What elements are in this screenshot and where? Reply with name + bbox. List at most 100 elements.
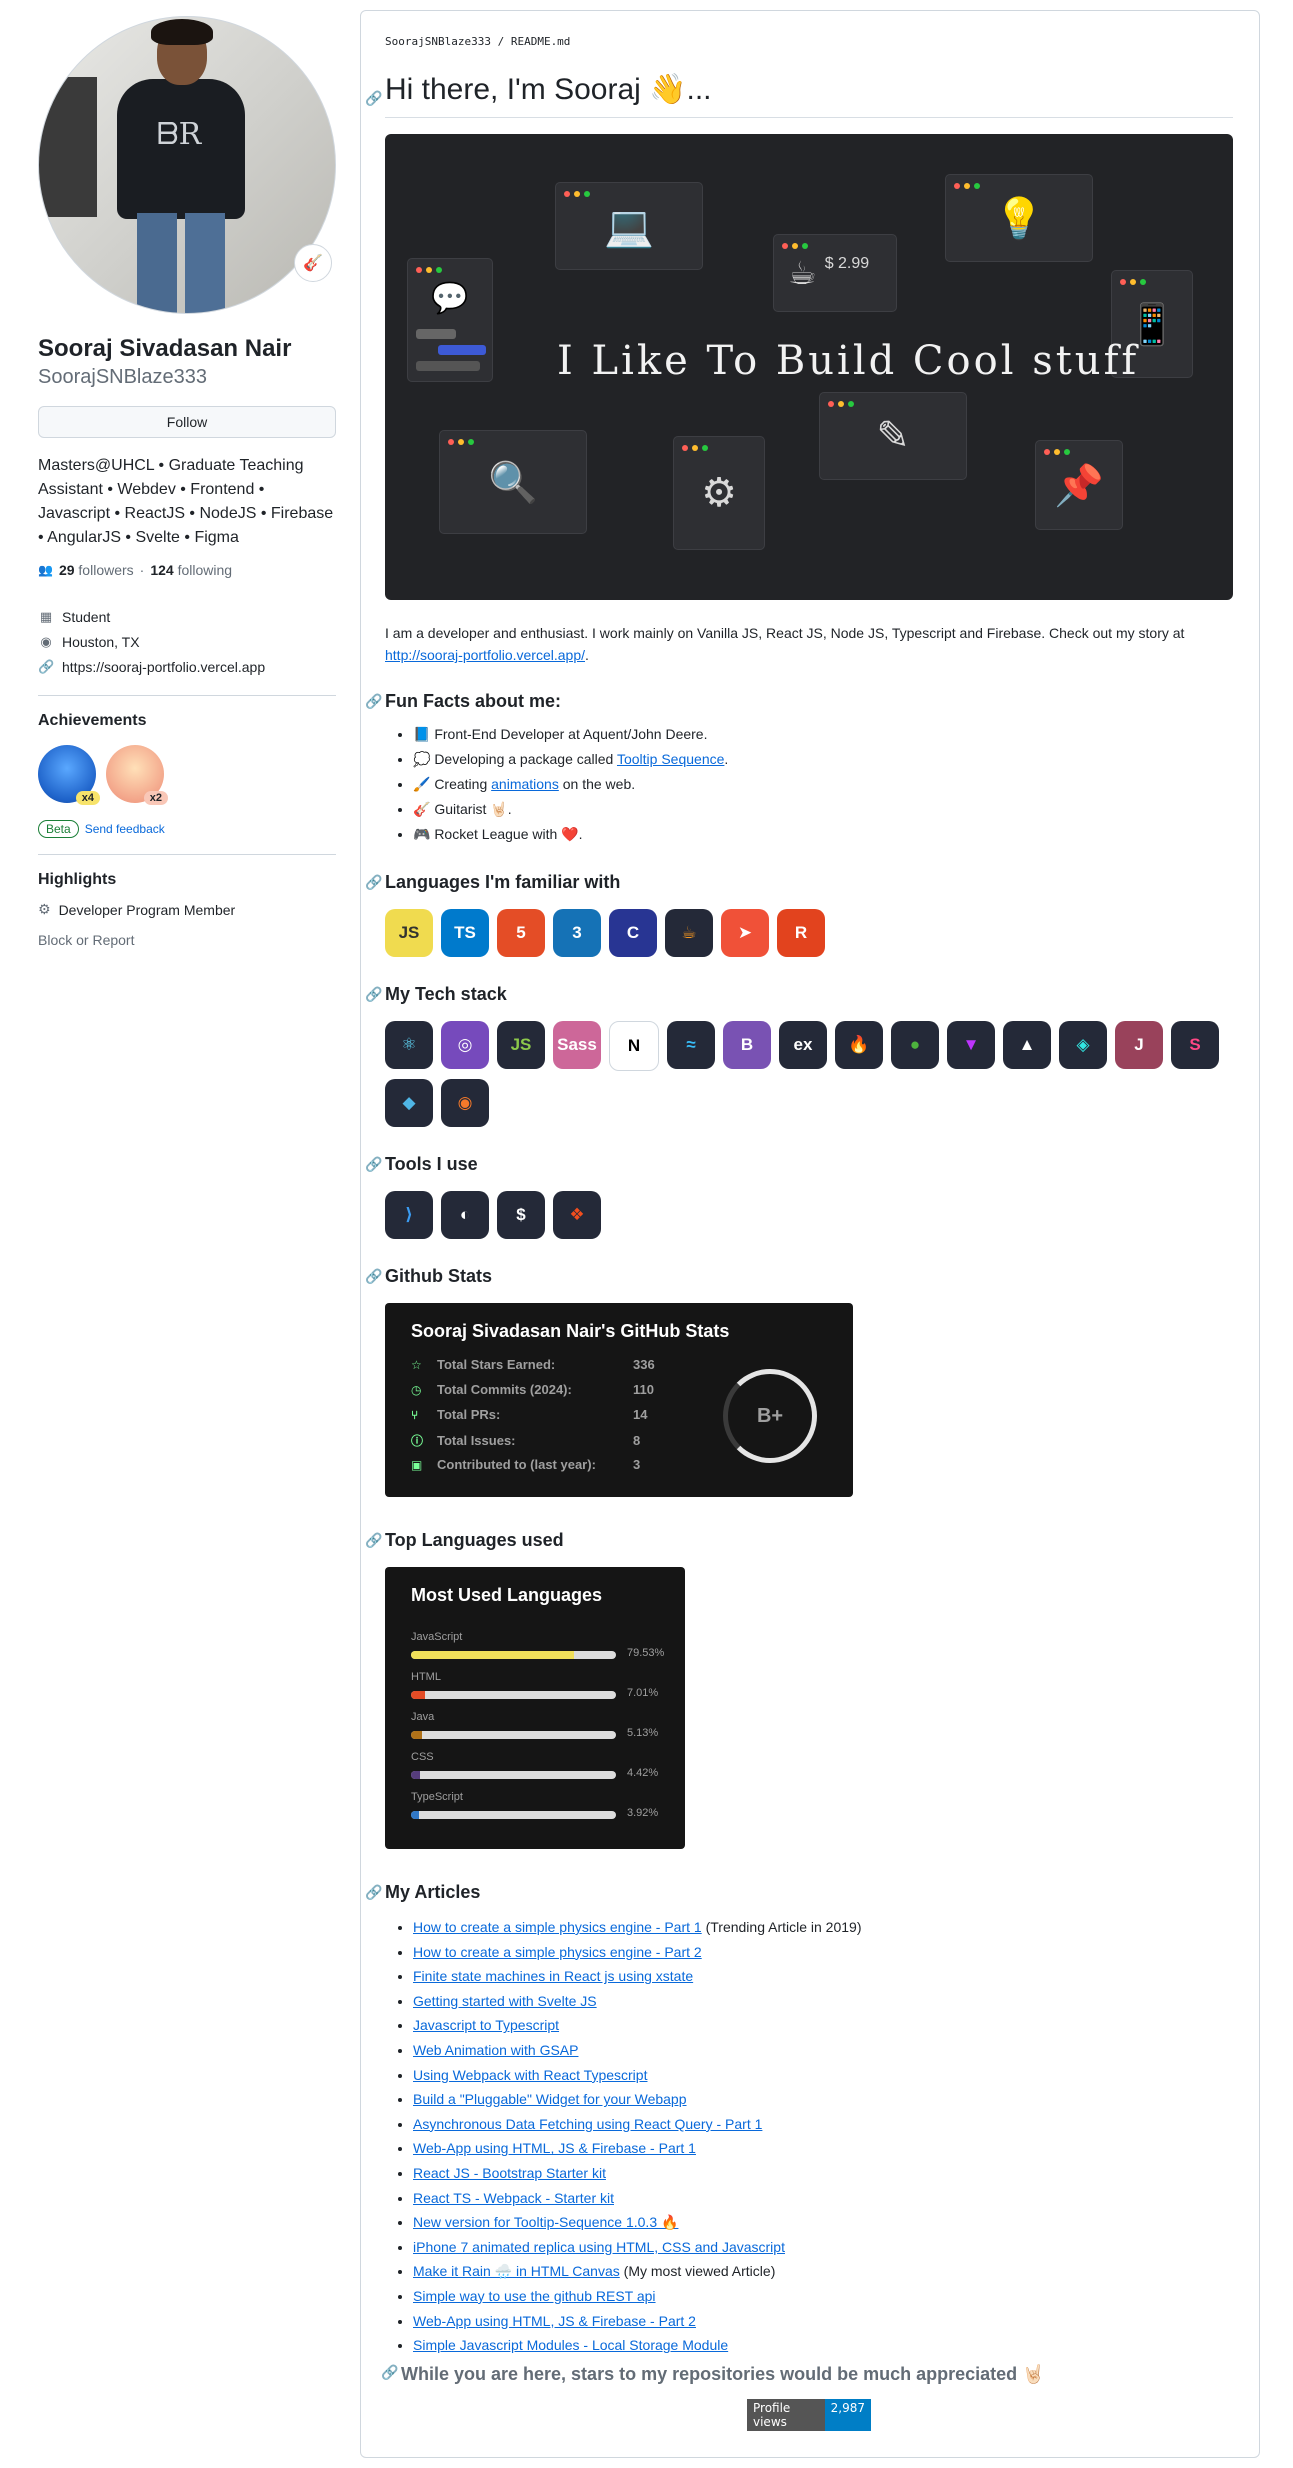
stat-value: 14 [633,1407,648,1422]
html5-icon[interactable]: 5 [497,909,545,957]
readme-content: 🔗Hi there, I'm Sooraj 👋... 💬 💻 ☕ $ 2.99 [365,69,1233,2431]
redux-icon[interactable]: ◎ [441,1021,489,1069]
sass-icon[interactable]: Sass [553,1021,601,1069]
coffee-icon: ☕ [788,255,817,291]
anchor-link-icon[interactable]: 🔗 [365,688,382,714]
rust-icon[interactable]: R [777,909,825,957]
netlify-icon[interactable]: ◈ [1059,1021,1107,1069]
github-icon[interactable]: ◐ [441,1191,489,1239]
following-link[interactable]: 124 following [150,562,232,578]
c-icon[interactable]: C [609,909,657,957]
language-row: CSS 4.42% [411,1751,671,1779]
list-item: 🎸 Guitarist 🤘🏻. [413,797,1233,822]
figma-icon[interactable]: ❖ [553,1191,601,1239]
threejs-icon[interactable]: ◆ [385,1079,433,1127]
anchor-link-icon[interactable]: 🔗 [365,77,382,119]
article-link[interactable]: Asynchronous Data Fetching using React Q… [413,2116,762,2132]
tech-icons-row: ⚛ ◎ JS Sass N ≈ Bex 🔥 ● ▼ ▲ ◈ J S ◆ ◉ [385,1021,1233,1127]
chat-icon: 💬 [431,282,469,315]
avatar[interactable]: ᗷR [38,16,336,314]
achievements-heading[interactable]: Achievements [38,712,336,730]
firebase-icon[interactable]: 🔥 [835,1021,883,1069]
article-link[interactable]: Build a "Pluggable" Widget for your Weba… [413,2091,687,2107]
article-item: Make it Rain 🌧️ in HTML Canvas (My most … [413,2259,1233,2284]
languages-title: Languages I'm familiar with [385,872,621,892]
java-icon[interactable]: ☕ [665,909,713,957]
article-link[interactable]: Using Webpack with React Typescript [413,2067,647,2083]
swift-icon[interactable]: ➤ [721,909,769,957]
lightbulb-icon: 💡 [994,196,1044,241]
article-link[interactable]: React JS - Bootstrap Starter kit [413,2165,606,2181]
article-link[interactable]: Make it Rain 🌧️ in HTML Canvas [413,2263,620,2279]
language-bar [411,1811,616,1819]
article-link[interactable]: Getting started with Svelte JS [413,1993,597,2009]
jest-icon[interactable]: J [1115,1021,1163,1069]
readme-title: 🔗 Hi there, I'm Sooraj 👋... [365,69,1233,118]
article-link[interactable]: How to create a simple physics engine - … [413,1919,702,1935]
article-link[interactable]: Web-App using HTML, JS & Firebase - Part… [413,2140,696,2156]
typescript-icon[interactable]: TS [441,909,489,957]
stat-row: ⑂ Total PRs: 14 [411,1407,647,1422]
article-link[interactable]: Javascript to Typescript [413,2017,559,2033]
article-link[interactable]: iPhone 7 animated replica using HTML, CS… [413,2239,785,2255]
followers-link[interactable]: 29 followers [59,562,134,578]
article-link[interactable]: Simple way to use the github REST api [413,2288,656,2304]
css3-icon[interactable]: 3 [553,909,601,957]
anchor-link-icon[interactable]: 🔗 [381,2364,398,2381]
article-link[interactable]: Finite state machines in React js using … [413,1968,693,1984]
express-icon[interactable]: ex [779,1021,827,1069]
tailwind-icon[interactable]: ≈ [667,1021,715,1069]
status-guitar-icon[interactable]: 🎸 [294,244,332,282]
bash-icon[interactable]: $ [497,1191,545,1239]
vercel-icon[interactable]: ▲ [1003,1021,1051,1069]
articles-heading: 🔗 My Articles [365,1879,1233,1905]
list-item: 💭 Developing a package called Tooltip Se… [413,747,1233,772]
bootstrap-icon[interactable]: B [723,1021,771,1069]
article-item: iPhone 7 animated replica using HTML, CS… [413,2235,1233,2260]
banner-price: $ 2.99 [824,255,870,272]
language-percent: 3.92% [627,1807,659,1819]
animations-link[interactable]: animations [491,776,559,792]
highlights-heading: Highlights [38,871,117,888]
anchor-link-icon[interactable]: 🔗 [365,981,382,1007]
nextjs-icon[interactable]: N [609,1021,659,1071]
mongodb-icon[interactable]: ● [891,1021,939,1069]
blender-icon[interactable]: ◉ [441,1079,489,1127]
coffee-window-graphic: ☕ $ 2.99 [773,234,897,312]
stat-label: Contributed to (last year): [437,1457,596,1472]
divider [38,695,336,696]
send-feedback-link[interactable]: Send feedback [85,822,165,836]
follow-button[interactable]: Follow [38,406,336,438]
fun-facts-list: 📘 Front-End Developer at Aquent/John Dee… [385,722,1233,847]
achievements-list: x4 x2 [38,742,336,806]
anchor-link-icon[interactable]: 🔗 [365,1879,382,1905]
banner-image: 💬 💻 ☕ $ 2.99 💡 📱 I Like To Build Cool st… [385,134,1233,600]
article-item: New version for Tooltip-Sequence 1.0.3 🔥 [413,2210,1233,2235]
react-icon[interactable]: ⚛ [385,1021,433,1069]
article-link[interactable]: Web-App using HTML, JS & Firebase - Part… [413,2313,696,2329]
website-row[interactable]: 🔗 https://sooraj-portfolio.vercel.app [38,654,336,679]
storybook-icon[interactable]: S [1171,1021,1219,1069]
vite-icon[interactable]: ▼ [947,1021,995,1069]
vscode-icon[interactable]: ⟩ [385,1191,433,1239]
stat-value: 8 [633,1433,641,1448]
block-report-link[interactable]: Block or Report [38,932,336,948]
portfolio-link[interactable]: http://sooraj-portfolio.vercel.app/ [385,647,585,663]
article-link[interactable]: React TS - Webpack - Starter kit [413,2190,614,2206]
article-link[interactable]: Simple Javascript Modules - Local Storag… [413,2337,728,2353]
anchor-link-icon[interactable]: 🔗 [365,1263,382,1289]
article-link[interactable]: How to create a simple physics engine - … [413,1944,702,1960]
anchor-link-icon[interactable]: 🔗 [365,1151,382,1177]
achievement-pair-badge[interactable]: x2 [106,745,168,805]
article-link[interactable]: New version for Tooltip-Sequence 1.0.3 🔥 [413,2214,678,2230]
website-link[interactable]: https://sooraj-portfolio.vercel.app [62,659,265,675]
anchor-link-icon[interactable]: 🔗 [365,1527,382,1553]
laptop-window-graphic: 💻 [555,182,703,270]
nodejs-icon[interactable]: JS [497,1021,545,1069]
javascript-icon[interactable]: JS [385,909,433,957]
achievement-shark-badge[interactable]: x4 [38,745,100,805]
article-link[interactable]: Web Animation with GSAP [413,2042,578,2058]
tooltip-sequence-link[interactable]: Tooltip Sequence [617,751,724,767]
developer-program-highlight[interactable]: ⚙ Developer Program Member [38,901,336,918]
anchor-link-icon[interactable]: 🔗 [365,869,382,895]
